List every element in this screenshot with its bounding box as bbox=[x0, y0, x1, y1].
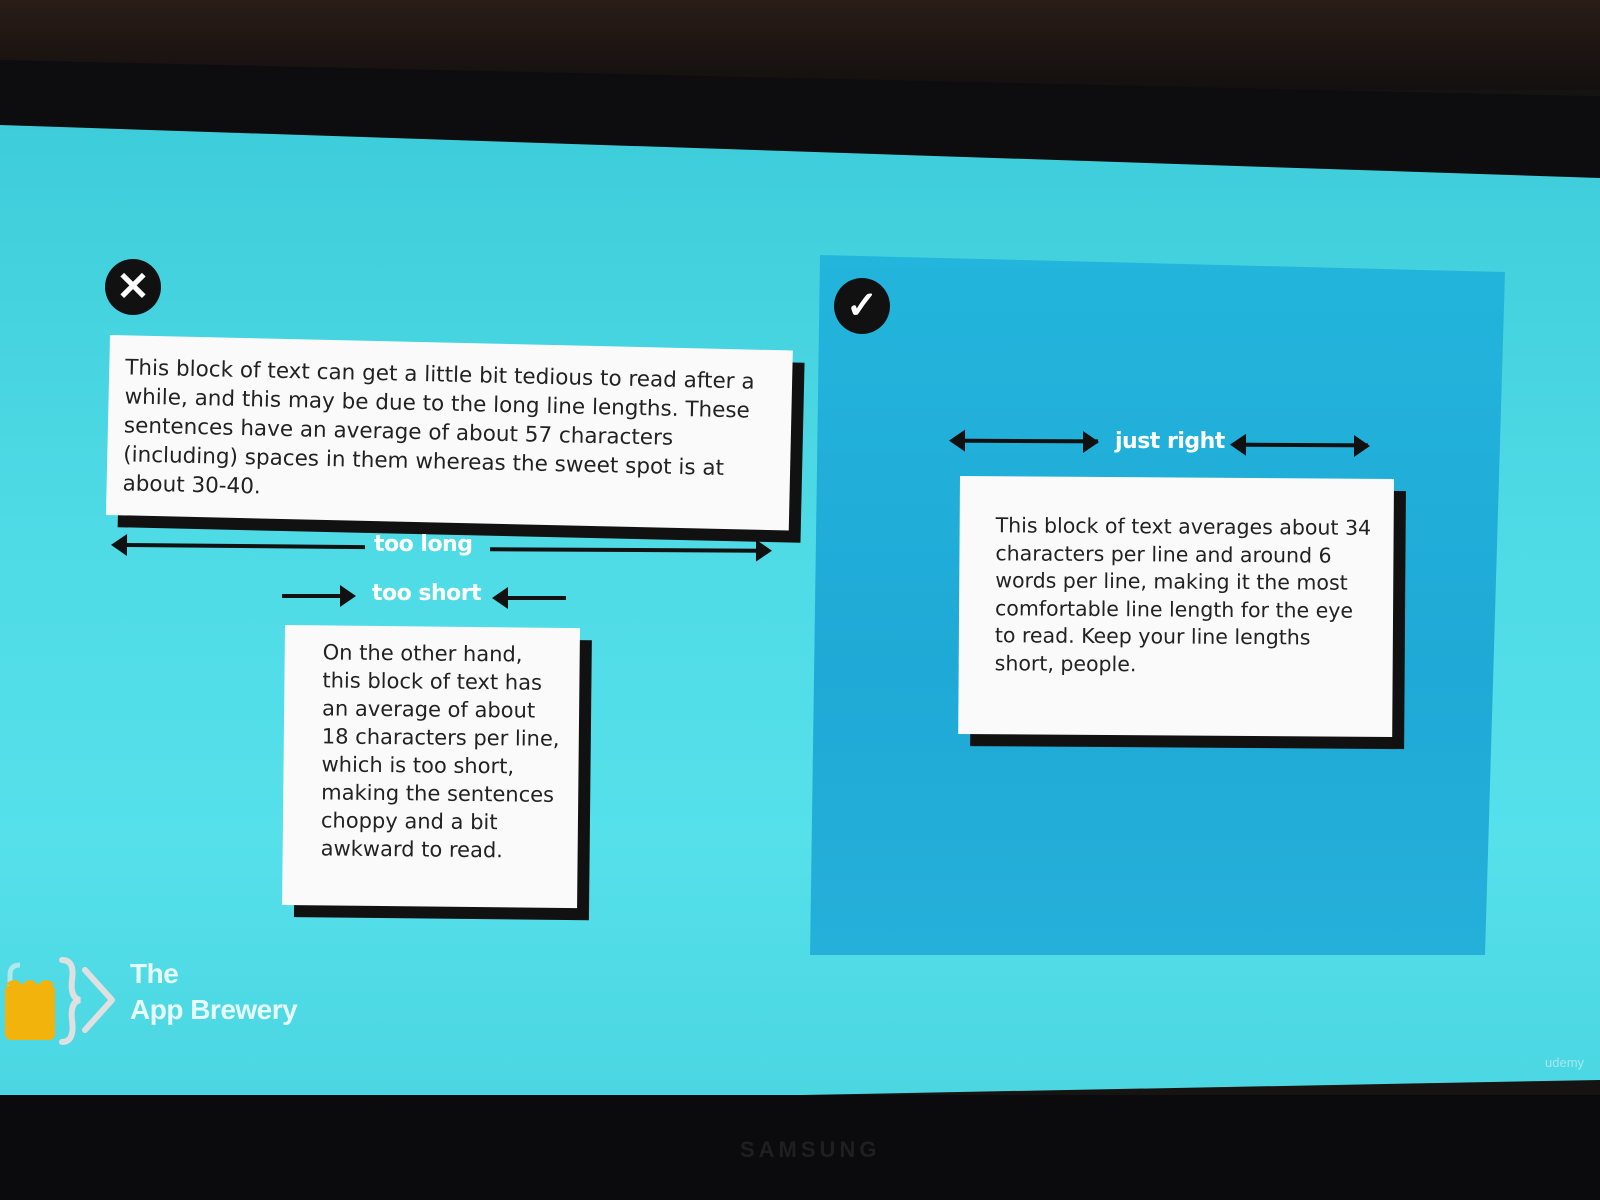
just-right-text-card: This block of text averages about 34 cha… bbox=[958, 476, 1394, 738]
too-short-right-arrow bbox=[282, 585, 356, 607]
app-brewery-logo-mark bbox=[5, 957, 115, 1045]
logo-text-line2: App Brewery bbox=[130, 994, 298, 1025]
monitor-brand-label: SAMSUNG bbox=[740, 1137, 881, 1162]
long-text-body: This block of text can get a little bit … bbox=[122, 355, 755, 500]
just-right-right-arrow-head bbox=[1236, 435, 1370, 457]
app-brewery-logo: The App Brewery bbox=[0, 950, 350, 1060]
just-right-left-arrow-head bbox=[955, 431, 1099, 453]
too-long-label: too long bbox=[374, 532, 473, 557]
udemy-watermark: udemy bbox=[1545, 1055, 1585, 1070]
short-text-card: On the other hand, this block of text ha… bbox=[282, 625, 580, 909]
too-short-label: too short bbox=[372, 581, 482, 606]
too-short-left-arrow bbox=[492, 587, 566, 609]
short-text-body: On the other hand, this block of text ha… bbox=[320, 640, 560, 863]
just-right-text-body: This block of text averages about 34 cha… bbox=[994, 513, 1372, 676]
just-right-label: just right bbox=[1115, 429, 1225, 454]
logo-text-line1: The bbox=[130, 958, 179, 989]
long-text-card: This block of text can get a little bit … bbox=[105, 335, 793, 531]
bad-x-icon: ✕ bbox=[105, 259, 161, 315]
good-check-icon: ✓ bbox=[834, 278, 890, 334]
